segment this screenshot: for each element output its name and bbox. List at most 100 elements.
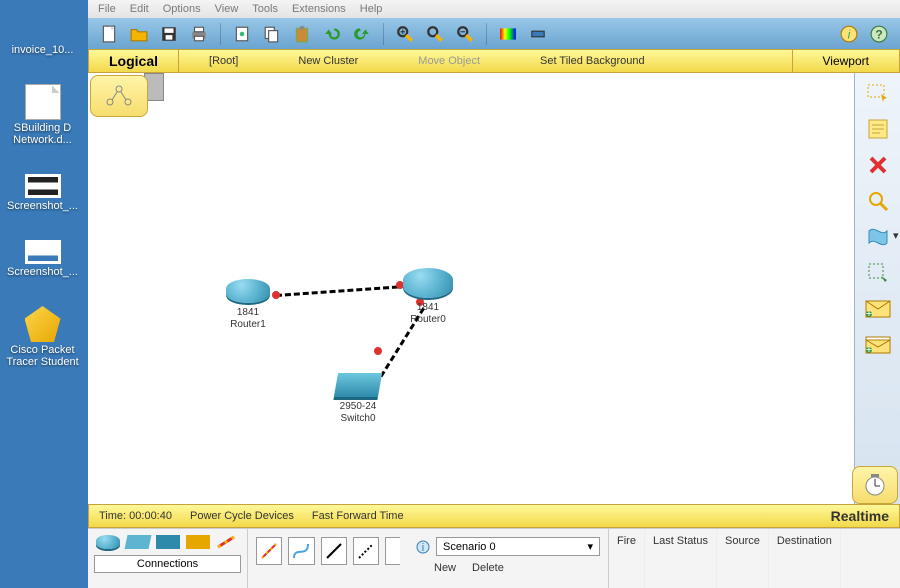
device-category-label: Connections (94, 555, 241, 573)
pdu-col-destination[interactable]: Destination (769, 529, 841, 588)
redo-button[interactable] (349, 22, 375, 46)
info-button[interactable]: i (836, 22, 862, 46)
complex-pdu-tool[interactable]: + (863, 333, 893, 357)
logical-tab-icon[interactable] (90, 75, 148, 117)
simple-pdu-tool[interactable]: + (863, 297, 893, 321)
device-name: Switch0 (318, 413, 398, 425)
menubar: File Edit Options View Tools Extensions … (88, 0, 900, 18)
device-model: 2950-24 (318, 401, 398, 413)
packet-tracer-window: File Edit Options View Tools Extensions … (88, 0, 900, 588)
realtime-tab[interactable]: Realtime (831, 508, 889, 524)
desktop-icon-label: Screenshot_... (2, 266, 83, 278)
help-button[interactable]: ? (866, 22, 892, 46)
note-tool[interactable] (863, 117, 893, 141)
menu-extensions[interactable]: Extensions (292, 3, 346, 15)
menu-tools[interactable]: Tools (252, 3, 278, 15)
main-toolbar: i ? (88, 18, 900, 49)
delete-tool[interactable] (863, 153, 893, 177)
print-button[interactable] (186, 22, 212, 46)
pdu-table: Fire Last Status Source Destination (608, 529, 900, 588)
desktop-icon-label: Screenshot_... (2, 200, 83, 212)
device-name: Router1 (208, 319, 288, 331)
menu-options[interactable]: Options (163, 3, 201, 15)
scenario-select[interactable]: Scenario 0▾ (436, 537, 600, 556)
connection-types-panel (248, 529, 408, 588)
new-button[interactable] (96, 22, 122, 46)
resize-tool[interactable] (863, 261, 893, 285)
time-label: Time: 00:00:40 (99, 510, 172, 522)
device-router1[interactable]: 1841 Router1 (208, 279, 288, 331)
connection-straight[interactable] (321, 537, 347, 565)
menu-file[interactable]: File (98, 3, 116, 15)
inspect-tool[interactable] (863, 189, 893, 213)
bottom-panel: Connections i Scenario 0▾ New Delete Fir… (88, 528, 900, 588)
topology-bar: Logical [Root] New Cluster Move Object S… (88, 49, 900, 73)
device-category-wireless[interactable] (186, 535, 210, 549)
device-router0[interactable]: 1841 Router0 (388, 268, 468, 326)
workspace-canvas[interactable]: 1841 Router1 1841 Router0 2950-24 Switch… (88, 73, 854, 504)
fast-forward-button[interactable]: Fast Forward Time (312, 510, 404, 522)
palette-button[interactable] (495, 22, 521, 46)
packettracer-icon (25, 306, 61, 342)
move-object-button[interactable]: Move Object (388, 55, 510, 67)
connection-console[interactable] (288, 537, 314, 565)
zoom-out-button[interactable] (452, 22, 478, 46)
open-button[interactable] (126, 22, 152, 46)
image-icon (25, 240, 61, 264)
wizard-button[interactable] (229, 22, 255, 46)
desktop-icon-invoice[interactable]: invoice_10... (0, 0, 85, 60)
time-value: 00:00:40 (129, 510, 172, 522)
copy-button[interactable] (259, 22, 285, 46)
pdu-col-laststatus[interactable]: Last Status (645, 529, 717, 588)
menu-view[interactable]: View (215, 3, 239, 15)
router-icon (403, 268, 453, 298)
undo-button[interactable] (319, 22, 345, 46)
desktop-icon-screenshot2[interactable]: Screenshot_... (0, 234, 85, 282)
device-category-switches[interactable] (124, 535, 151, 549)
info-icon: i (416, 540, 430, 554)
scenario-panel: i Scenario 0▾ New Delete (408, 529, 608, 588)
desktop-icon-label: invoice_10... (2, 44, 83, 56)
device-switch0[interactable]: 2950-24 Switch0 (318, 373, 398, 425)
device-name: Router0 (388, 314, 468, 326)
new-scenario-button[interactable]: New (434, 562, 456, 574)
pdu-col-fire[interactable]: Fire (609, 529, 645, 588)
zoom-reset-button[interactable] (422, 22, 448, 46)
connection-fiber[interactable] (385, 537, 400, 565)
paste-button[interactable] (289, 22, 315, 46)
connection-auto[interactable] (256, 537, 282, 565)
new-cluster-button[interactable]: New Cluster (268, 55, 388, 67)
port-status-led (374, 347, 382, 355)
delete-scenario-button[interactable]: Delete (472, 562, 504, 574)
svg-text:i: i (422, 542, 424, 554)
zoom-in-button[interactable] (392, 22, 418, 46)
svg-text:+: + (865, 344, 871, 354)
realtime-tab-icon[interactable] (852, 466, 898, 504)
shape-tool[interactable]: ▾ (863, 225, 893, 249)
desktop-icon-label: Cisco Packet Tracer Student (2, 344, 83, 368)
root-breadcrumb[interactable]: [Root] (179, 55, 268, 67)
set-tiled-background-button[interactable]: Set Tiled Background (510, 55, 675, 67)
connection-crossover[interactable] (353, 537, 379, 565)
save-button[interactable] (156, 22, 182, 46)
desktop-icon-label: SBuilding D Network.d... (2, 122, 83, 146)
device-category-routers[interactable] (96, 535, 120, 549)
menu-help[interactable]: Help (360, 3, 383, 15)
desktop-icon-networkfile[interactable]: SBuilding D Network.d... (0, 78, 85, 150)
device-model: 1841 (388, 302, 468, 314)
power-cycle-button[interactable]: Power Cycle Devices (190, 510, 294, 522)
custom-devices-button[interactable] (525, 22, 551, 46)
desktop: invoice_10... SBuilding D Network.d... S… (0, 0, 90, 588)
desktop-icon-screenshot1[interactable]: Screenshot_... (0, 168, 85, 216)
menu-edit[interactable]: Edit (130, 3, 149, 15)
logical-tab[interactable]: Logical (89, 50, 179, 72)
device-category-connections[interactable] (216, 535, 240, 549)
select-tool[interactable] (863, 81, 893, 105)
pdu-col-source[interactable]: Source (717, 529, 769, 588)
image-icon (25, 174, 61, 198)
file-icon (25, 84, 61, 120)
device-category-hubs[interactable] (156, 535, 180, 549)
time-bar: Time: 00:00:40 Power Cycle Devices Fast … (88, 504, 900, 528)
desktop-icon-packettracer[interactable]: Cisco Packet Tracer Student (0, 300, 85, 372)
viewport-button[interactable]: Viewport (792, 50, 899, 72)
